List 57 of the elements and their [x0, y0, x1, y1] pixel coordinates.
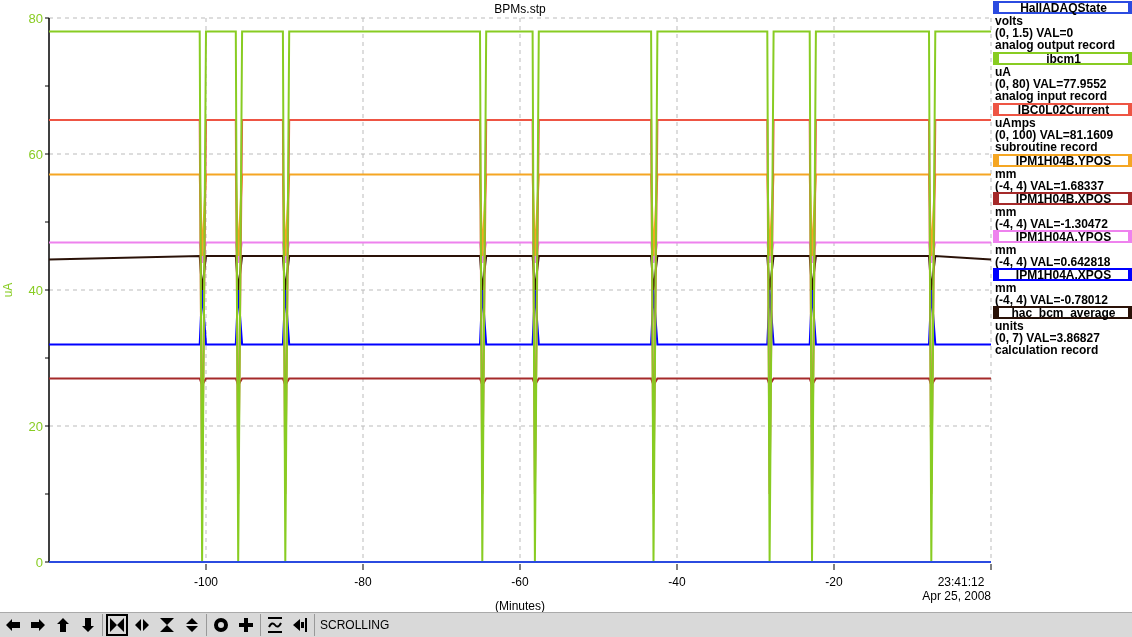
x-axis-label: (Minutes)	[495, 599, 545, 612]
zoom-in-vertical-icon	[159, 617, 175, 633]
record-type-text: calculation record	[994, 344, 1100, 356]
signal-name-label[interactable]: IBC0L02Current	[993, 103, 1132, 116]
status-text: SCROLLING	[320, 617, 390, 634]
signal-name-label[interactable]: IPM1H04B.YPOS	[993, 154, 1132, 167]
arrow-up-icon	[55, 617, 71, 633]
x-tick-label: -80	[354, 575, 372, 589]
ring-icon	[213, 617, 229, 633]
range-value-text: (-4, 4) VAL=-1.30472	[994, 218, 1109, 230]
graph-icon	[267, 617, 283, 633]
signal-name-label[interactable]: IPM1H04A.XPOS	[993, 268, 1132, 281]
y-tick-label: 60	[28, 147, 43, 162]
units-text: mm	[994, 244, 1018, 256]
toolbar-button[interactable]	[106, 614, 128, 636]
units-text: units	[994, 320, 1024, 332]
date-label: Apr 25, 2008	[922, 589, 991, 603]
range-value-text: (0, 80) VAL=77.9552	[994, 78, 1108, 90]
range-value-text: (0, 7) VAL=3.86827	[994, 332, 1101, 344]
signal-name-label[interactable]: hac_bcm_average	[993, 306, 1132, 319]
units-text: uAmps	[994, 117, 1037, 129]
signal-name-label[interactable]: ibcm1	[993, 52, 1132, 65]
units-text: uA	[994, 66, 1012, 78]
record-type-text: analog output record	[994, 39, 1116, 51]
step-back-icon	[292, 617, 308, 633]
zoom-in-horizontal-icon	[109, 617, 125, 633]
range-value-text: (0, 100) VAL=81.1609	[994, 129, 1115, 141]
units-text: mm	[994, 168, 1018, 180]
zoom-out-vertical-icon	[184, 617, 200, 633]
zoom-out-horizontal-icon	[134, 617, 150, 633]
x-tick-label: -60	[511, 575, 529, 589]
signal-name-label[interactable]: IPM1H04A.YPOS	[993, 230, 1132, 243]
y-tick-label: 80	[28, 11, 43, 26]
record-type-text: subroutine record	[994, 141, 1099, 153]
record-type-text: analog input record	[994, 90, 1108, 102]
signal-name-label[interactable]: IPM1H04B.XPOS	[993, 192, 1132, 205]
y-tick-label: 0	[35, 555, 43, 570]
units-text: mm	[994, 282, 1018, 294]
range-value-text: (-4, 4) VAL=0.642818	[994, 256, 1112, 268]
units-text: volts	[994, 15, 1023, 27]
range-value-text: (0, 1.5) VAL=0	[994, 27, 1075, 39]
arrow-down-icon	[80, 617, 96, 633]
x-tick-label: -20	[825, 575, 843, 589]
range-value-text: (-4, 4) VAL=-0.78012	[994, 294, 1109, 306]
plus-icon	[238, 617, 254, 633]
chart-title: BPMs.stp	[494, 2, 546, 16]
arrow-right-icon	[30, 617, 46, 633]
time-label: 23:41:12	[937, 575, 985, 589]
y-tick-label: 40	[28, 283, 43, 298]
x-tick-label: -100	[194, 575, 218, 589]
range-value-text: (-4, 4) VAL=1.68337	[994, 180, 1105, 192]
x-tick-label: -40	[668, 575, 686, 589]
units-text: mm	[994, 206, 1018, 218]
arrow-left-icon	[5, 617, 21, 633]
y-axis-label: uA	[1, 282, 15, 298]
signal-name-label[interactable]: HallADAQState	[993, 1, 1132, 14]
y-tick-label: 20	[28, 419, 43, 434]
